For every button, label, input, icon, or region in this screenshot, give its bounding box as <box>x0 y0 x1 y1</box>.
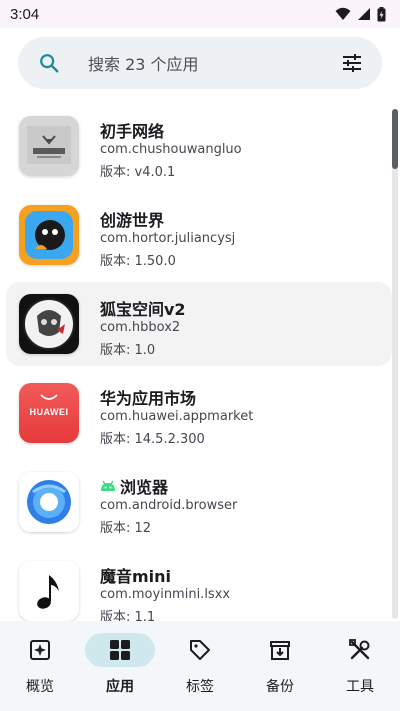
hubao-logo-icon <box>19 294 79 354</box>
app-name: 狐宝空间v2 <box>100 300 186 319</box>
nav-pill <box>245 633 315 667</box>
nav-label: 应用 <box>106 679 134 695</box>
app-name: 浏览器 <box>100 474 168 498</box>
nav-label: 标签 <box>186 679 214 695</box>
app-list-item[interactable]: 初手网络 com.chushouwangluo 版本: v4.0.1 <box>6 104 392 188</box>
nav-item-overview[interactable]: 概览 <box>0 633 80 696</box>
app-name: 初手网络 <box>100 122 165 141</box>
nav-item-tags[interactable]: 标签 <box>160 633 240 696</box>
nav-item-apps[interactable]: 应用 <box>80 633 160 696</box>
music-note-icon <box>19 561 79 621</box>
app-list-item[interactable]: 狐宝空间v2 com.hbbox2 版本: 1.0 <box>6 282 392 366</box>
app-name: 创游世界 <box>100 211 165 230</box>
archive-icon <box>270 641 290 660</box>
app-version: 版本: 1.50.0 <box>100 254 176 269</box>
tools-icon <box>349 639 370 660</box>
search-icon <box>40 54 59 73</box>
nav-item-tools[interactable]: 工具 <box>320 633 400 696</box>
app-list-item[interactable]: HUAWEI 华为应用市场 com.huawei.appmarket 版本: 1… <box>6 371 392 455</box>
app-icon-hubao <box>19 294 79 354</box>
app-version: 版本: 12 <box>100 521 152 536</box>
status-icons <box>335 6 386 22</box>
tag-icon <box>190 640 210 660</box>
battery-icon <box>377 6 386 21</box>
app-package: com.hortor.juliancysj <box>100 231 236 246</box>
app-package: com.huawei.appmarket <box>100 409 254 424</box>
status-time: 3:04 <box>10 5 40 23</box>
nav-label: 概览 <box>26 679 54 695</box>
app-version: 版本: v4.0.1 <box>100 165 176 180</box>
app-package: com.chushouwangluo <box>100 142 242 157</box>
app-icon-chuangyou <box>19 205 79 265</box>
app-version: 版本: 14.5.2.300 <box>100 432 205 447</box>
app-list-item[interactable]: 浏览器 com.android.browser 版本: 12 <box>6 460 392 544</box>
app-icon-browser <box>19 472 79 532</box>
android-system-icon <box>101 480 115 491</box>
browser-logo-icon <box>19 472 79 532</box>
app-name: 华为应用市场 <box>100 389 197 408</box>
app-name: 魔音mini <box>100 567 172 586</box>
bottom-navigation: 概览 应用 标签 备份 工具 <box>0 621 400 711</box>
app-package: com.moyinmini.lsxx <box>100 587 231 602</box>
app-icon-moyin <box>19 561 79 621</box>
chushou-logo-icon <box>19 116 79 176</box>
nav-pill <box>85 633 155 667</box>
app-list-item[interactable]: 创游世界 com.hortor.juliancysj 版本: 1.50.0 <box>6 193 392 277</box>
signal-icon <box>358 8 370 20</box>
nav-label: 备份 <box>266 679 294 695</box>
app-package: com.hbbox2 <box>100 320 181 335</box>
huawei-icon-text: HUAWEI <box>29 407 69 417</box>
app-version: 版本: 1.0 <box>100 343 156 358</box>
nav-pill <box>165 633 235 667</box>
search-placeholder[interactable]: 搜索 23 个应用 <box>88 51 340 75</box>
scrollbar-track[interactable] <box>392 109 398 619</box>
apps-grid-icon <box>110 640 130 660</box>
nav-pill <box>5 633 75 667</box>
scrollbar-thumb[interactable] <box>392 109 398 169</box>
app-package: com.android.browser <box>100 498 238 513</box>
app-name-text: 浏览器 <box>120 478 169 497</box>
chuangyou-logo-icon <box>19 205 79 265</box>
nav-label: 工具 <box>346 679 374 695</box>
search-bar[interactable]: 搜索 23 个应用 <box>18 37 382 89</box>
wifi-icon <box>335 7 351 20</box>
status-bar: 3:04 <box>0 0 400 28</box>
app-icon-chushou <box>19 116 79 176</box>
filter-tune-icon[interactable] <box>340 51 364 75</box>
nav-pill <box>325 633 395 667</box>
nav-item-backup[interactable]: 备份 <box>240 633 320 696</box>
app-icon-huawei-appmarket: HUAWEI <box>19 383 79 443</box>
overview-icon <box>30 640 50 660</box>
